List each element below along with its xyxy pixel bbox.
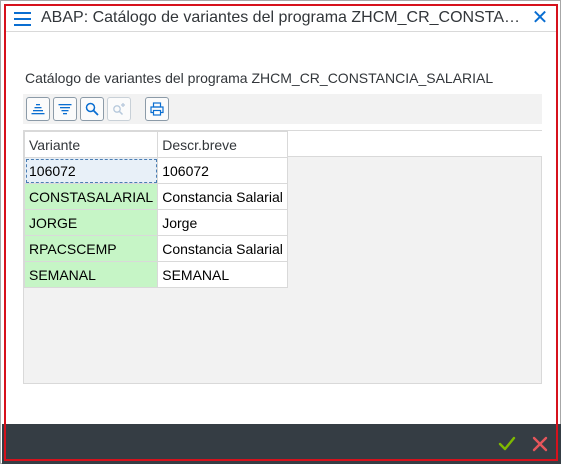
grid-header-filler xyxy=(273,131,542,157)
confirm-button[interactable] xyxy=(496,433,518,455)
cell-descr-breve[interactable]: Jorge xyxy=(157,209,288,236)
table-row[interactable]: RPACSCEMP Constancia Salarial xyxy=(23,235,288,262)
table-row[interactable]: CONSTASALARIAL Constancia Salarial xyxy=(23,183,288,210)
cell-descr-breve[interactable]: Constancia Salarial xyxy=(157,235,288,262)
cancel-button[interactable] xyxy=(529,433,551,455)
table-row[interactable]: SEMANAL SEMANAL xyxy=(23,261,288,288)
variant-grid: Variante Descr.breve 106072 106072 CONST… xyxy=(23,130,542,384)
sort-descending-button[interactable] xyxy=(53,97,77,121)
print-icon xyxy=(150,102,164,116)
table-row[interactable]: JORGE Jorge xyxy=(23,209,288,236)
alv-toolbar xyxy=(23,94,542,124)
cell-descr-breve[interactable]: Constancia Salarial xyxy=(157,183,288,210)
variant-catalog-dialog: ABAP: Catálogo de variantes del programa… xyxy=(0,0,561,464)
cell-variante[interactable]: RPACSCEMP xyxy=(23,235,159,262)
dialog-title: ABAP: Catálogo de variantes del programa… xyxy=(41,9,521,26)
print-button[interactable] xyxy=(145,97,169,121)
column-header-descr-breve[interactable]: Descr.breve xyxy=(157,131,288,158)
variant-table: Variante Descr.breve 106072 106072 CONST… xyxy=(23,131,288,288)
page-heading: Catálogo de variantes del programa ZHCM_… xyxy=(25,70,494,86)
find-icon xyxy=(85,102,99,116)
find-next-icon xyxy=(113,103,125,116)
cell-variante[interactable]: CONSTASALARIAL xyxy=(23,183,159,210)
cell-variante[interactable]: 106072 xyxy=(23,157,159,184)
dialog-footer xyxy=(2,424,561,464)
cell-variante[interactable]: JORGE xyxy=(23,209,159,236)
table-row[interactable]: 106072 106072 xyxy=(23,157,288,184)
cell-descr-breve[interactable]: 106072 xyxy=(157,157,288,184)
find-next-button[interactable] xyxy=(107,97,131,121)
cell-descr-breve[interactable]: SEMANAL xyxy=(157,261,288,288)
cell-variante[interactable]: SEMANAL xyxy=(23,261,159,288)
hamburger-menu-icon[interactable] xyxy=(14,11,32,27)
sort-ascending-button[interactable] xyxy=(26,97,50,121)
cancel-icon xyxy=(532,436,548,452)
column-header-variante[interactable]: Variante xyxy=(23,131,159,158)
sort-descending-icon xyxy=(58,104,72,115)
close-icon[interactable]: ✕ xyxy=(531,7,549,29)
dialog-titlebar: ABAP: Catálogo de variantes del programa… xyxy=(6,6,557,32)
checkmark-icon xyxy=(498,436,516,451)
find-button[interactable] xyxy=(80,97,104,121)
sort-ascending-icon xyxy=(31,104,45,115)
